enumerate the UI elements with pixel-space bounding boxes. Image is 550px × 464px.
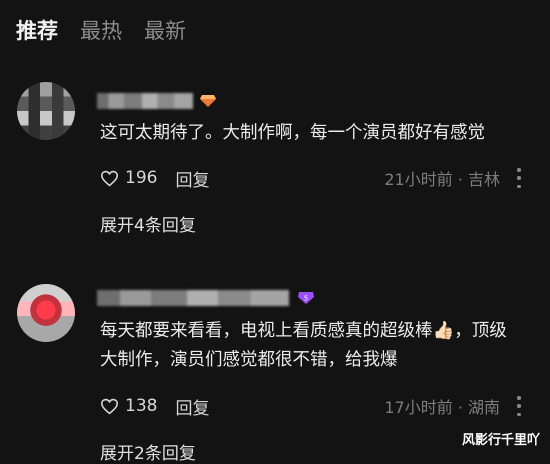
diamond-badge-icon (200, 95, 216, 107)
comment-text: 每天都要来看看，电视上看质感真的超级棒👍🏻，顶级大制作，演员们感觉都很不错，给我… (100, 321, 507, 370)
expand-replies-link[interactable]: 展开2条回复 (100, 439, 196, 464)
time-location: 17小时前 · 湖南 (384, 398, 500, 417)
like-count: 138 (125, 396, 158, 416)
like-button[interactable]: 196 (100, 168, 157, 188)
username-blurred[interactable] (97, 290, 289, 306)
tab-newest[interactable]: 最新 (144, 16, 186, 46)
more-options-icon[interactable] (516, 396, 522, 416)
more-options-icon[interactable] (516, 168, 522, 188)
tab-recommended[interactable]: 推荐 (16, 16, 58, 46)
time-location: 21小时前 · 吉林 (384, 170, 500, 189)
tab-hottest[interactable]: 最热 (80, 16, 122, 46)
comment-actions: 138 回复 17小时前 · 湖南 (100, 393, 522, 419)
level-5-badge-icon: 5 (298, 292, 314, 304)
comment-text: 这可太期待了。大制作啊，每一个演员都好有感觉 (100, 123, 485, 143)
reply-button[interactable]: 回复 (175, 394, 209, 419)
avatar[interactable] (17, 82, 75, 140)
like-button[interactable]: 138 (100, 396, 157, 416)
expand-replies-link[interactable]: 展开4条回复 (100, 211, 196, 236)
comment-actions: 196 回复 21小时前 · 吉林 (100, 165, 522, 191)
watermark: 风影行千里吖 (461, 433, 540, 448)
heart-icon (100, 170, 119, 186)
reply-button[interactable]: 回复 (175, 166, 209, 191)
heart-icon (100, 398, 119, 414)
comment-sort-tabs: 推荐 最热 最新 (16, 16, 186, 46)
like-count: 196 (125, 168, 158, 188)
avatar[interactable] (17, 284, 75, 342)
svg-text:5: 5 (304, 295, 308, 303)
username-blurred[interactable] (97, 93, 193, 109)
